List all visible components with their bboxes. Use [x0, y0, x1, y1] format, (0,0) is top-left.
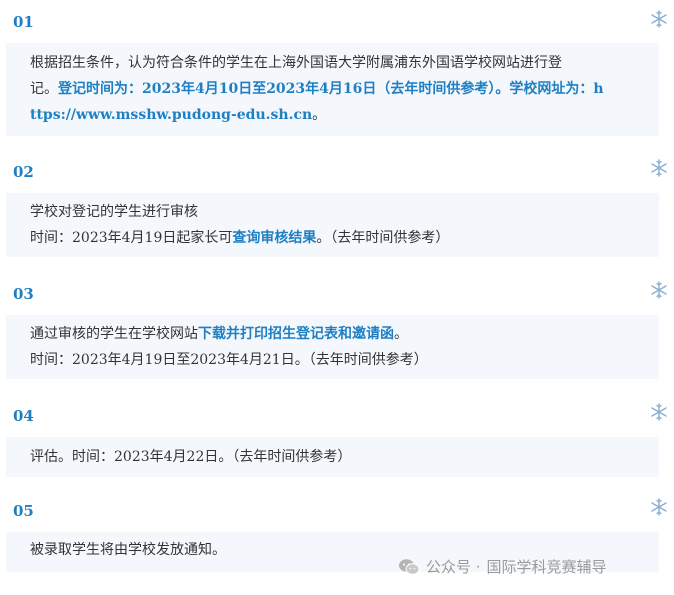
registration-time-highlight: 登记时间为：2023年4月10日至2023年4月16日（去年时间供参考）。学校网…: [58, 81, 604, 97]
snowflake-icon: [651, 159, 667, 177]
watermark-prefix: 公众号 ·: [426, 558, 481, 576]
step-text-line: 记。登记时间为：2023年4月10日至2023年4月16日（去年时间供参考）。学…: [30, 81, 604, 97]
wechat-watermark: 公众号 · 国际学科竞赛辅导: [398, 556, 607, 577]
step-text-line: ttps://www.msshw.pudong-edu.sh.cn。: [30, 107, 327, 123]
snowflake-icon: [651, 498, 667, 516]
school-url-link[interactable]: ttps://www.msshw.pudong-edu.sh.cn: [30, 107, 312, 123]
step-content: 评估。时间：2023年4月22日。（去年时间供参考）: [6, 437, 659, 477]
step-number: 03: [13, 285, 34, 303]
step-number: 01: [13, 13, 34, 31]
check-result-link[interactable]: 查询审核结果: [232, 230, 316, 246]
snowflake-icon: [651, 403, 667, 421]
step-text-line: 学校对登记的学生进行审核: [30, 204, 198, 220]
snowflake-icon: [651, 281, 667, 299]
step-content: 通过审核的学生在学校网站下载并打印招生登记表和邀请函。 时间：2023年4月19…: [6, 315, 659, 379]
step-number: 02: [13, 163, 34, 181]
step-content: 学校对登记的学生进行审核 时间：2023年4月19日起家长可查询审核结果。（去年…: [6, 193, 659, 257]
step-text-line: 通过审核的学生在学校网站下载并打印招生登记表和邀请函。: [30, 326, 408, 342]
step-number: 04: [13, 407, 34, 425]
watermark-account-name: 国际学科竞赛辅导: [486, 558, 607, 576]
step-text-line: 时间：2023年4月19日至2023年4月21日。（去年时间供参考）: [30, 352, 428, 368]
wechat-icon: [399, 558, 420, 575]
download-forms-link[interactable]: 下载并打印招生登记表和邀请函: [198, 326, 394, 342]
step-text-line: 评估。时间：2023年4月22日。（去年时间供参考）: [30, 449, 352, 465]
step-text-line: 根据招生条件，认为符合条件的学生在上海外国语大学附属浦东外国语学校网站进行登: [30, 55, 562, 71]
snowflake-icon: [651, 10, 667, 28]
step-text-line: 时间：2023年4月19日起家长可查询审核结果。（去年时间供参考）: [30, 230, 450, 246]
step-number: 05: [13, 502, 34, 520]
step-content: 根据招生条件，认为符合条件的学生在上海外国语大学附属浦东外国语学校网站进行登 记…: [6, 43, 659, 136]
